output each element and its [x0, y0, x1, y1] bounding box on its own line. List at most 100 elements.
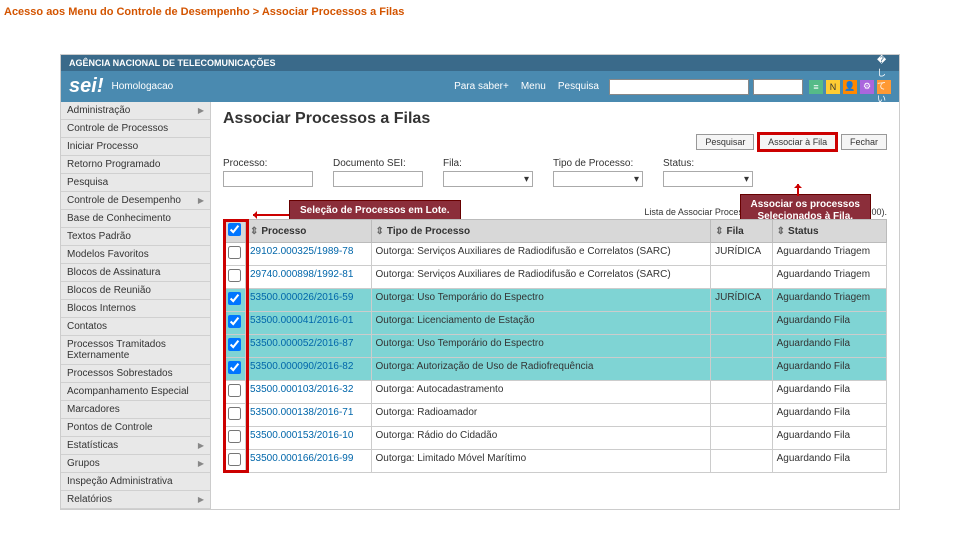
sidebar-item[interactable]: Processos Sobrestados: [61, 365, 210, 383]
cell-processo[interactable]: 53500.000090/2016-82: [246, 358, 372, 381]
cell-tipo: Outorga: Autocadastramento: [371, 381, 711, 404]
cell-processo[interactable]: 53500.000052/2016-87: [246, 335, 372, 358]
page-title: Associar Processos a Filas: [223, 110, 887, 128]
row-checkbox[interactable]: [228, 361, 241, 374]
breadcrumb: Acesso aos Menu do Controle de Desempenh…: [0, 0, 960, 24]
cell-tipo: Outorga: Autorização de Uso de Radiofreq…: [371, 358, 711, 381]
cell-processo[interactable]: 53500.000026/2016-59: [246, 289, 372, 312]
row-checkbox[interactable]: [228, 384, 241, 397]
sidebar-item[interactable]: Textos Padrão: [61, 228, 210, 246]
action-row: Pesquisar Associar à Fila Fechar: [223, 134, 887, 150]
sidebar-item[interactable]: Modelos Favoritos: [61, 246, 210, 264]
agency-bar: AGÊNCIA NACIONAL DE TELECOMUNICAÇÕES: [61, 55, 899, 71]
col-processo[interactable]: ⇕Processo: [246, 220, 372, 243]
cell-status: Aguardando Triagem: [772, 289, 886, 312]
cell-status: Aguardando Fila: [772, 450, 886, 473]
cell-tipo: Outorga: Licenciamento de Estação: [371, 312, 711, 335]
cell-status: Aguardando Triagem: [772, 243, 886, 266]
cell-fila: [711, 358, 773, 381]
user-icon[interactable]: 👤: [843, 80, 857, 94]
sidebar-item[interactable]: Grupos▶: [61, 455, 210, 473]
col-status[interactable]: ⇕Status: [772, 220, 886, 243]
sidebar-item[interactable]: Processos Tramitados Externamente: [61, 336, 210, 365]
row-checkbox[interactable]: [228, 269, 241, 282]
sidebar-item[interactable]: Inspeção Administrativa: [61, 473, 210, 491]
row-checkbox[interactable]: [228, 430, 241, 443]
cell-processo[interactable]: 53500.000103/2016-32: [246, 381, 372, 404]
col-tipo[interactable]: ⇕Tipo de Processo: [371, 220, 711, 243]
cell-tipo: Outorga: Uso Temporário do Espectro: [371, 335, 711, 358]
cell-fila: [711, 427, 773, 450]
col-fila[interactable]: ⇕Fila: [711, 220, 773, 243]
table-row: 53500.000103/2016-32Outorga: Autocadastr…: [224, 381, 887, 404]
env-label: Homologacao: [111, 81, 173, 92]
callout-selecao-lote: Seleção de Processos em Lote.: [289, 200, 461, 221]
arrow-to-checkbox: [253, 214, 289, 216]
sidebar-item[interactable]: Base de Conhecimento: [61, 210, 210, 228]
sidebar-item[interactable]: Estatísticas▶: [61, 437, 210, 455]
sidebar-item[interactable]: Blocos de Reunião: [61, 282, 210, 300]
table-row: 53500.000026/2016-59Outorga: Uso Temporá…: [224, 289, 887, 312]
sidebar: Administração▶Controle de ProcessosInici…: [61, 102, 211, 509]
cell-tipo: Outorga: Uso Temporário do Espectro: [371, 289, 711, 312]
settings-icon[interactable]: ⚙: [860, 80, 874, 94]
cell-tipo: Outorga: Rádio do Cidadão: [371, 427, 711, 450]
menu-icon[interactable]: ≡: [809, 80, 823, 94]
cell-processo[interactable]: 53500.000138/2016-71: [246, 404, 372, 427]
cell-processo[interactable]: 29102.000325/1989-78: [246, 243, 372, 266]
label-pesquisa: Pesquisa: [558, 81, 599, 92]
filter-documento[interactable]: [333, 171, 423, 187]
row-checkbox[interactable]: [228, 338, 241, 351]
sidebar-item[interactable]: Controle de Desempenho▶: [61, 192, 210, 210]
cell-processo[interactable]: 29740.000898/1992-81: [246, 266, 372, 289]
cell-fila: JURÍDICA: [711, 243, 773, 266]
sidebar-item[interactable]: Administração▶: [61, 102, 210, 120]
filter-tipo[interactable]: ▾: [553, 171, 643, 187]
sidebar-item[interactable]: Acompanhamento Especial: [61, 383, 210, 401]
cell-processo[interactable]: 53500.000166/2016-99: [246, 450, 372, 473]
associar-fila-button[interactable]: Associar à Fila: [759, 134, 836, 150]
sidebar-item[interactable]: Controle de Processos: [61, 120, 210, 138]
sidebar-item[interactable]: Marcadores: [61, 401, 210, 419]
fechar-button[interactable]: Fechar: [841, 134, 887, 150]
table-row: 53500.000138/2016-71Outorga: Radioamador…: [224, 404, 887, 427]
row-checkbox[interactable]: [228, 315, 241, 328]
cell-fila: [711, 312, 773, 335]
sidebar-item[interactable]: Iniciar Processo: [61, 138, 210, 156]
link-saber[interactable]: Para saber+: [454, 81, 509, 92]
cell-processo[interactable]: 53500.000041/2016-01: [246, 312, 372, 335]
sidebar-item[interactable]: Pesquisa: [61, 174, 210, 192]
cell-status: Aguardando Fila: [772, 427, 886, 450]
sidebar-item[interactable]: Retorno Programado: [61, 156, 210, 174]
table-row: 29740.000898/1992-81Outorga: Serviços Au…: [224, 266, 887, 289]
row-checkbox[interactable]: [228, 407, 241, 420]
cell-tipo: Outorga: Limitado Móvel Marítimo: [371, 450, 711, 473]
sidebar-item[interactable]: Relatórios▶: [61, 491, 210, 509]
select-all-checkbox[interactable]: [228, 223, 241, 236]
sidebar-item[interactable]: Pontos de Controle: [61, 419, 210, 437]
sidebar-item[interactable]: Contatos: [61, 318, 210, 336]
cell-fila: [711, 404, 773, 427]
cell-fila: [711, 450, 773, 473]
row-checkbox[interactable]: [228, 453, 241, 466]
link-menu[interactable]: Menu: [521, 81, 546, 92]
cell-tipo: Outorga: Serviços Auxiliares de Radiodif…: [371, 266, 711, 289]
table-row: 29102.000325/1989-78Outorga: Serviços Au…: [224, 243, 887, 266]
filter-status[interactable]: ▾: [663, 171, 753, 187]
exit-icon[interactable]: �している: [877, 80, 891, 94]
sidebar-item[interactable]: Blocos de Assinatura: [61, 264, 210, 282]
cell-status: Aguardando Fila: [772, 381, 886, 404]
cell-processo[interactable]: 53500.000153/2016-10: [246, 427, 372, 450]
filter-fila[interactable]: ▾: [443, 171, 533, 187]
notes-icon[interactable]: N: [826, 80, 840, 94]
arrow-to-button: [797, 184, 799, 196]
filter-processo[interactable]: [223, 171, 313, 187]
label-tipo: Tipo de Processo:: [553, 158, 643, 169]
search-input[interactable]: [609, 79, 749, 95]
unit-select[interactable]: CRLE▾: [753, 79, 803, 95]
row-checkbox[interactable]: [228, 246, 241, 259]
cell-status: Aguardando Triagem: [772, 266, 886, 289]
sidebar-item[interactable]: Blocos Internos: [61, 300, 210, 318]
row-checkbox[interactable]: [228, 292, 241, 305]
pesquisar-button[interactable]: Pesquisar: [696, 134, 754, 150]
